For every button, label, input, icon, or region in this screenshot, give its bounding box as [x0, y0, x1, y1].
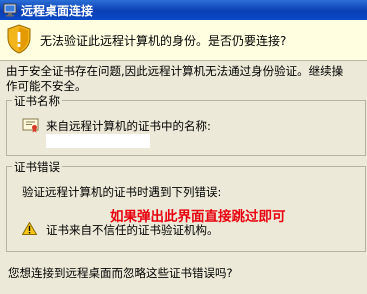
title-bar[interactable]: 远程桌面连接: [0, 0, 367, 20]
certificate-name-value: [46, 134, 150, 148]
shield-warning-icon: [7, 24, 31, 54]
description-line-2: 作可能不安全。: [6, 79, 87, 93]
certificate-errors-intro: 验证远程计算机的证书时遇到下列错误:: [22, 185, 222, 199]
remote-desktop-icon: [3, 3, 17, 17]
red-annotation-text: 如果弹出此界面直接跳过即可: [110, 209, 286, 225]
warning-banner: 无法验证此远程计算机的身份。是否仍要连接?: [0, 20, 367, 61]
certificate-name-label: 来自远程计算机的证书中的名称:: [46, 119, 211, 133]
certificate-name-legend: 证书名称: [12, 93, 62, 109]
description-line-1: 由于安全证书存在问题,因此远程计算机无法通过身份验证。继续操: [6, 64, 344, 78]
warning-message: 无法验证此远程计算机的身份。是否仍要连接?: [40, 34, 287, 48]
ignore-errors-question: 您想连接到远程桌面而忽略这些证书错误吗?: [8, 266, 233, 280]
certificate-icon: [22, 118, 39, 133]
warning-triangle-icon: [22, 222, 37, 235]
window-title: 远程桌面连接: [21, 3, 94, 18]
certificate-errors-legend: 证书错误: [12, 159, 62, 175]
security-description: 由于安全证书存在问题,因此远程计算机无法通过身份验证。继续操 作可能不安全。: [6, 64, 367, 94]
